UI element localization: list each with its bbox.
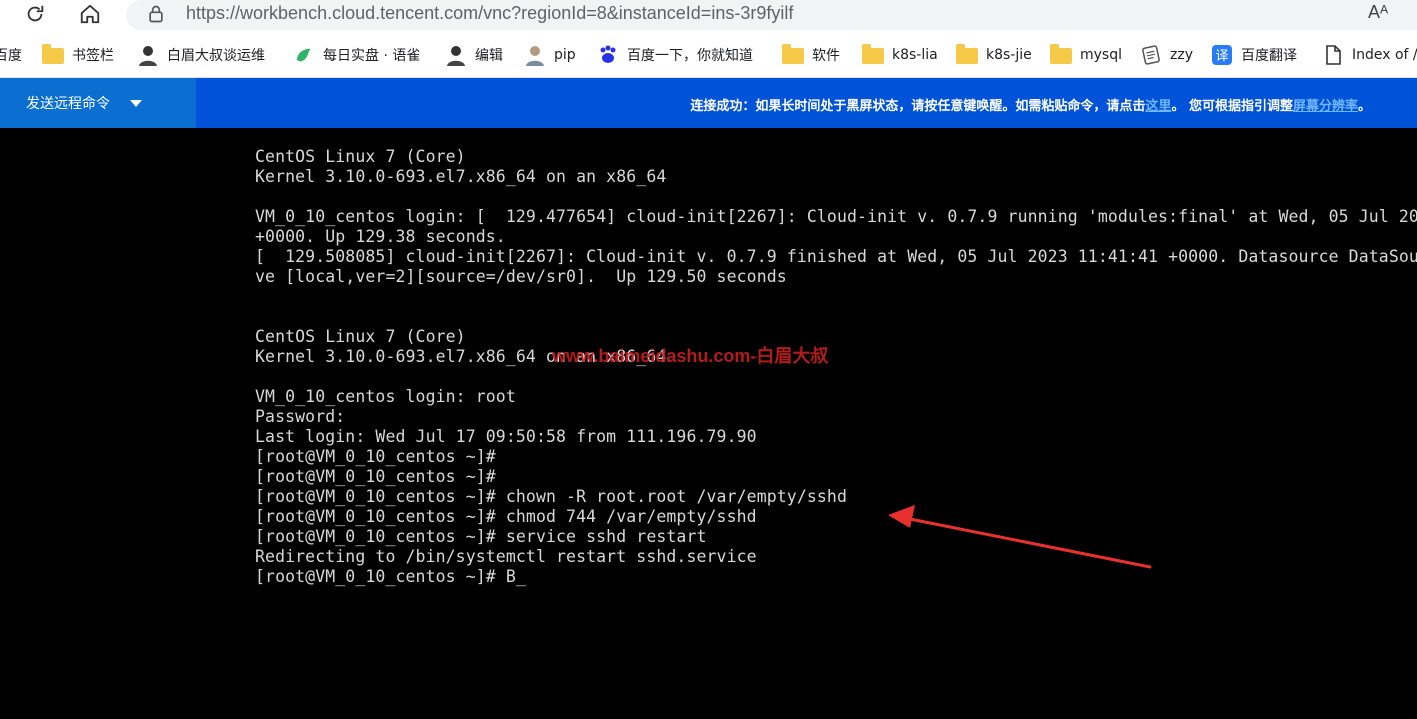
bookmark-label: Index of /	[1352, 47, 1417, 63]
send-remote-command-dropdown[interactable]: 发送远程命令	[0, 78, 196, 128]
bookmark-yuque[interactable]: 每日实盘 · 语雀	[293, 42, 420, 68]
dropdown-label: 发送远程命令	[26, 96, 110, 112]
bookmark-zzy[interactable]: zzy	[1140, 42, 1193, 68]
vnc-header: 发送远程命令 连接成功：如果长时间处于黑屏状态，请按任意键唤醒。如需粘贴命令，请…	[0, 78, 1417, 128]
bookmark-label: 百度一下，你就知道	[627, 48, 753, 64]
lock-icon[interactable]	[146, 4, 166, 24]
bookmark-label: k8s-jie	[986, 47, 1032, 63]
notice-text: 。	[1357, 99, 1371, 114]
bookmark-folder-mysql[interactable]: mysql	[1050, 42, 1122, 68]
notice-text: 连接成功：如果长时间处于黑屏状态，请按任意键唤醒。如需粘贴命令，请点击	[690, 99, 1146, 114]
bookmark-label: mysql	[1080, 47, 1122, 63]
avatar-icon	[445, 44, 467, 66]
bookmark-label: 书签栏	[72, 48, 114, 64]
bookmark-folder-bookmarks[interactable]: 书签栏	[42, 42, 114, 68]
home-icon[interactable]	[75, 0, 105, 28]
connection-notice: 连接成功：如果长时间处于黑屏状态，请按任意键唤醒。如需粘贴命令，请点击这里。 您…	[690, 95, 1371, 114]
bookmark-folder-k8s-lia[interactable]: k8s-lia	[862, 42, 938, 68]
avatar-icon	[137, 44, 159, 66]
bookmark-baidu[interactable]: 百度	[0, 42, 22, 68]
yuque-icon	[293, 44, 315, 66]
bookmark-label: k8s-lia	[892, 47, 938, 63]
bookmark-baidu-translate[interactable]: 译百度翻译	[1211, 42, 1297, 68]
bookmark-index[interactable]: Index of /	[1322, 42, 1417, 68]
bookmark-label: 编辑	[475, 48, 503, 64]
reload-icon[interactable]	[20, 0, 50, 28]
chevron-down-icon	[130, 99, 142, 107]
annotation-arrow	[888, 505, 1152, 569]
address-row: https://workbench.cloud.tencent.com/vnc?…	[0, 0, 1417, 32]
avatar-icon	[524, 44, 546, 66]
folder-icon	[782, 44, 804, 64]
note-icon	[1140, 44, 1162, 66]
bookmark-label: 百度翻译	[1241, 48, 1297, 64]
bookmark-pip[interactable]: pip	[524, 42, 576, 68]
bookmark-folder-software[interactable]: 软件	[782, 42, 840, 68]
bookmark-label: pip	[554, 47, 576, 63]
bookmark-folder-k8s-jie[interactable]: k8s-jie	[956, 42, 1032, 68]
svg-text:译: 译	[1215, 49, 1228, 64]
bookmark-edit[interactable]: 编辑	[445, 42, 503, 68]
page-icon	[1322, 44, 1344, 66]
bookmark-label: 每日实盘 · 语雀	[323, 48, 421, 64]
bookmark-baimei[interactable]: 白眉大叔谈运维	[137, 42, 265, 68]
folder-icon	[1050, 44, 1072, 64]
vnc-terminal[interactable]: CentOS Linux 7 (Core) Kernel 3.10.0-693.e…	[0, 128, 1417, 719]
address-bar[interactable]: https://workbench.cloud.tencent.com/vnc?…	[126, 0, 1417, 30]
bookmark-label: 软件	[812, 48, 840, 64]
read-aloud-icon[interactable]: Aᴬ	[1368, 2, 1388, 23]
screen-resolution-link[interactable]: 屏幕分辨率	[1293, 99, 1358, 114]
bookmark-baidu-search[interactable]: 百度一下，你就知道	[597, 42, 753, 68]
bookmark-label: zzy	[1170, 47, 1193, 63]
bookmarks-bar: 百度 书签栏 白眉大叔谈运维 每日实盘 · 语雀 编辑 pip 百度一下，你就知…	[0, 32, 1417, 78]
folder-icon	[42, 44, 64, 64]
bookmark-label: 白眉大叔谈运维	[167, 48, 265, 64]
paste-here-link[interactable]: 这里	[1145, 99, 1171, 114]
bookmark-label: 百度	[0, 48, 22, 64]
url-text[interactable]: https://workbench.cloud.tencent.com/vnc?…	[186, 3, 793, 24]
translate-icon: 译	[1211, 44, 1233, 66]
notice-text: 。 您可根据指引调整	[1171, 99, 1293, 114]
baidu-paw-icon	[597, 44, 619, 66]
folder-icon	[956, 44, 978, 64]
folder-icon	[862, 44, 884, 64]
